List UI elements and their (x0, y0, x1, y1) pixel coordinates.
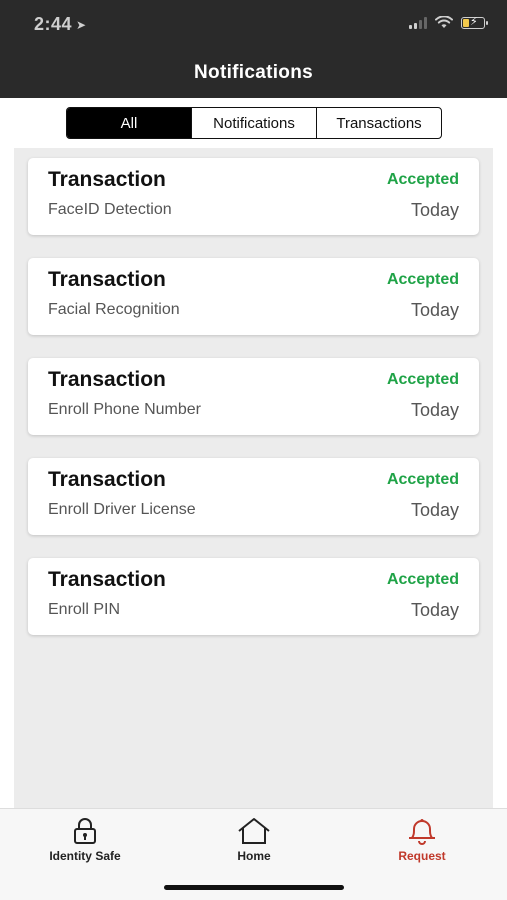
tab-home[interactable]: Home (189, 817, 319, 863)
item-status: Accepted (386, 371, 459, 388)
status-time-text: 2:44 (34, 14, 73, 34)
notification-list: Transaction FaceID Detection Accepted To… (14, 148, 493, 808)
list-item[interactable]: Transaction Facial Recognition Accepted … (28, 258, 479, 335)
bell-icon (409, 819, 435, 845)
item-date: Today (410, 300, 459, 320)
segment-transactions[interactable]: Transactions (317, 108, 441, 138)
item-status: Accepted (386, 571, 459, 588)
home-indicator[interactable] (164, 885, 344, 890)
item-date: Today (410, 600, 459, 620)
home-icon (238, 818, 270, 844)
item-status: Accepted (386, 471, 459, 488)
location-arrow-icon: ➤ (76, 17, 87, 32)
item-subtitle: Enroll Phone Number (48, 401, 201, 418)
item-date: Today (410, 200, 459, 220)
item-date: Today (410, 500, 459, 520)
cellular-signal-icon (409, 16, 427, 29)
tab-label: Home (237, 849, 271, 863)
item-status: Accepted (386, 271, 459, 288)
item-title: Transaction (48, 468, 166, 491)
item-subtitle: FaceID Detection (48, 201, 172, 218)
status-icons: ⚡ (409, 16, 488, 29)
top-bar: 2:44 ➤ ⚡ Notifications (0, 0, 507, 98)
item-title: Transaction (48, 268, 166, 291)
item-title: Transaction (48, 568, 166, 591)
tab-label: Request (398, 849, 446, 863)
item-title: Transaction (48, 368, 166, 391)
item-status: Accepted (386, 171, 459, 188)
filter-segmented-control: All Notifications Transactions (66, 107, 442, 139)
wifi-icon (435, 16, 453, 28)
segment-all[interactable]: All (67, 108, 192, 138)
list-item[interactable]: Transaction FaceID Detection Accepted To… (28, 158, 479, 235)
list-item[interactable]: Transaction Enroll Phone Number Accepted… (28, 358, 479, 435)
list-item[interactable]: Transaction Enroll Driver License Accept… (28, 458, 479, 535)
tab-identity-safe[interactable]: Identity Safe (20, 817, 150, 863)
page-title: Notifications (194, 62, 313, 83)
item-subtitle: Enroll Driver License (48, 501, 196, 518)
list-item[interactable]: Transaction Enroll PIN Accepted Today (28, 558, 479, 635)
tab-label: Identity Safe (49, 849, 121, 863)
segment-notifications[interactable]: Notifications (192, 108, 317, 138)
item-subtitle: Enroll PIN (48, 601, 121, 618)
item-subtitle: Facial Recognition (48, 301, 180, 318)
tab-request[interactable]: Request (357, 817, 487, 863)
lock-icon (74, 818, 96, 844)
status-time: 2:44 ➤ (34, 14, 87, 35)
item-title: Transaction (48, 168, 166, 191)
battery-icon: ⚡ (461, 16, 488, 29)
item-date: Today (410, 400, 459, 420)
